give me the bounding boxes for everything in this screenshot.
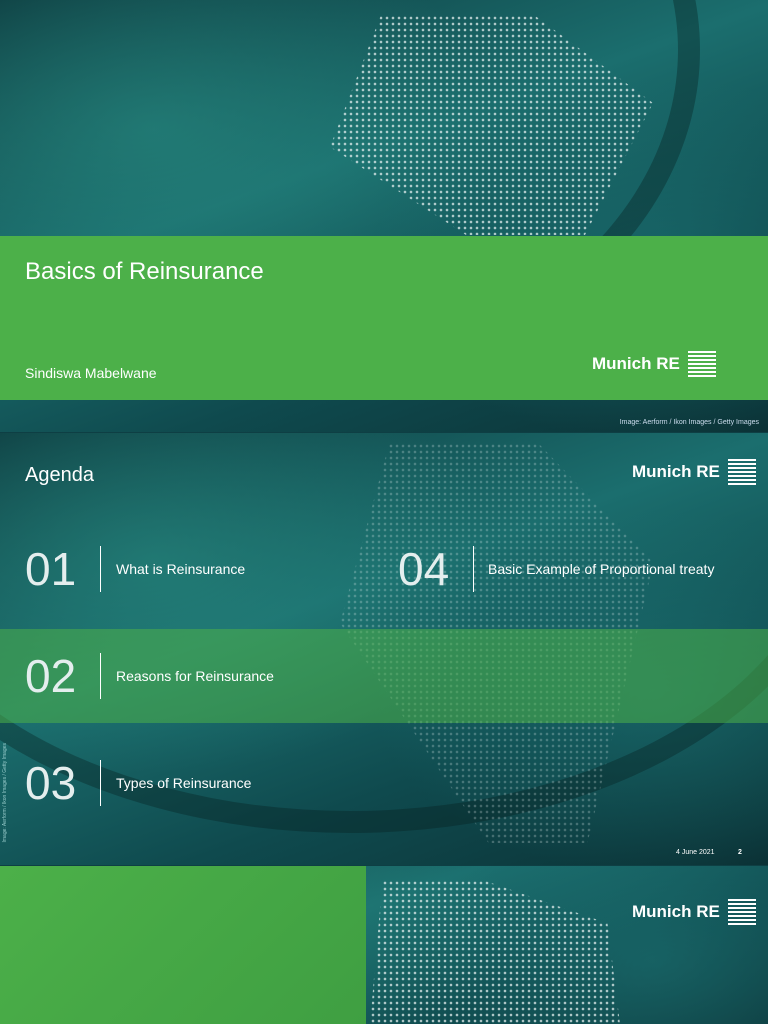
green-panel <box>0 866 366 1024</box>
image-credit: Image: Aerform / Ikon Images / Getty Ima… <box>619 419 759 426</box>
agenda-label: Reasons for Reinsurance <box>116 668 274 684</box>
logo-text: Munich RE <box>632 902 720 921</box>
munich-re-logo: Munich RE <box>632 459 756 485</box>
title-slide: Basics of Reinsurance Sindiswa Mabelwane… <box>0 0 768 432</box>
image-credit: Image: Aerform / Ikon Images / Getty Ima… <box>2 743 8 843</box>
divider <box>100 653 101 699</box>
logo-text: Munich RE <box>592 354 680 373</box>
logo-mark-icon <box>687 351 716 377</box>
agenda-heading: Agenda <box>25 464 94 486</box>
section-slide: Munich RE <box>0 866 768 1024</box>
munich-re-logo: Munich RE <box>632 899 756 925</box>
agenda-slide: Agenda Munich RE 01 What is Reinsurance … <box>0 433 768 865</box>
agenda-label: Types of Reinsurance <box>116 775 252 791</box>
logo-mark-icon <box>727 459 756 485</box>
agenda-row: 01 What is Reinsurance 04 Basic Example … <box>0 522 768 616</box>
logo-text: Munich RE <box>632 462 720 481</box>
agenda-number: 01 <box>25 543 77 595</box>
presentation-title: Basics of Reinsurance <box>25 258 264 285</box>
agenda-number: 02 <box>25 650 77 702</box>
agenda-row: 03 Types of Reinsurance <box>0 736 768 830</box>
logo-mark-icon <box>727 899 756 925</box>
divider <box>100 760 101 806</box>
agenda-row: 02 Reasons for Reinsurance <box>0 629 768 723</box>
agenda-label: What is Reinsurance <box>116 561 246 577</box>
author-name: Sindiswa Mabelwane <box>25 365 157 381</box>
page-number: 2 <box>738 849 742 856</box>
agenda-number: 04 <box>398 543 450 595</box>
divider <box>473 546 474 592</box>
divider <box>100 546 101 592</box>
slide-date: 4 June 2021 <box>676 849 715 856</box>
munich-re-logo: Munich RE <box>592 351 716 377</box>
agenda-number: 03 <box>25 757 77 809</box>
agenda-label: Basic Example of Proportional treaty <box>488 561 715 577</box>
